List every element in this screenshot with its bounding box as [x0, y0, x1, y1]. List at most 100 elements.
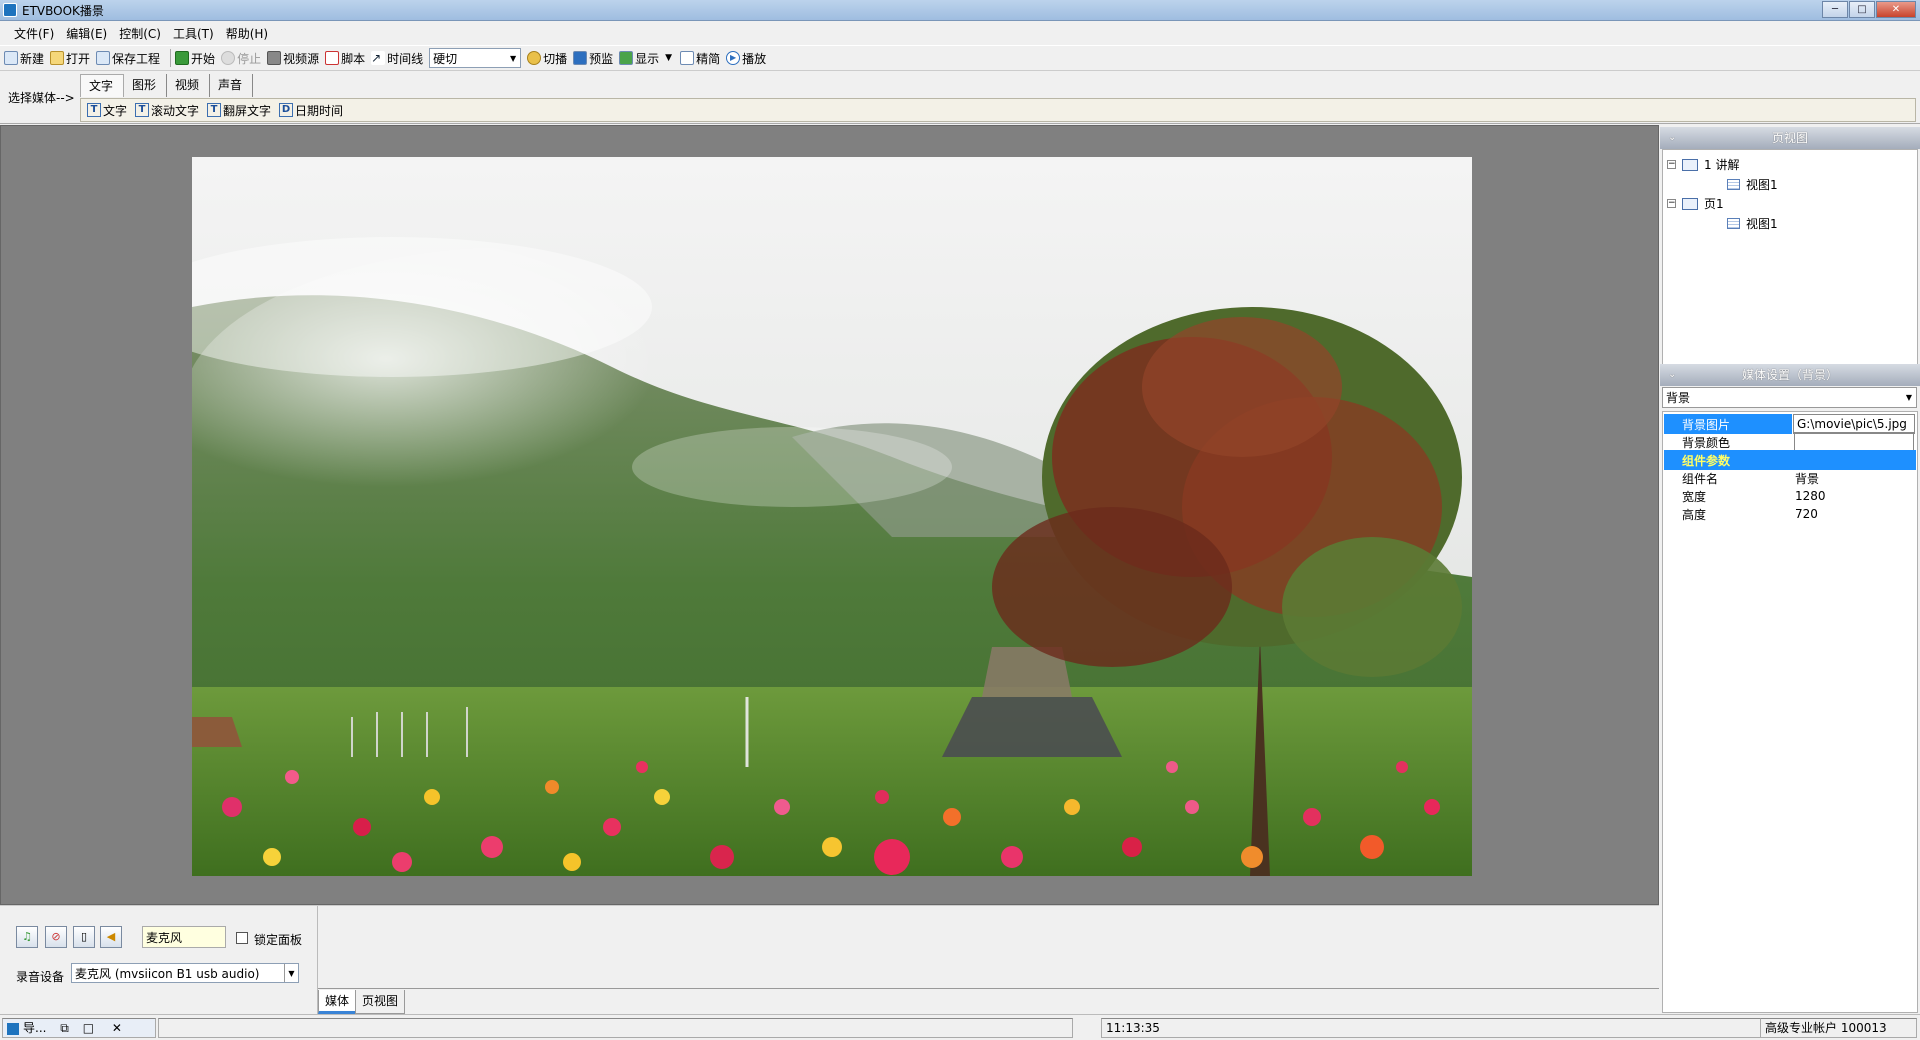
tab-media[interactable]: 媒体 [318, 990, 357, 1014]
prop-value-width[interactable]: 1280 [1792, 486, 1916, 506]
open-button[interactable]: 打开 [50, 50, 90, 67]
prop-row-width[interactable]: 宽度 1280 [1664, 486, 1916, 506]
timeline-button[interactable]: ↗ 时间线 [371, 50, 423, 67]
script-icon [325, 51, 340, 65]
new-button[interactable]: 新建 [4, 50, 44, 67]
close-button[interactable]: ✕ [1876, 1, 1916, 18]
stop-icon [221, 51, 236, 65]
transition-select[interactable]: 硬切 ▼ [429, 48, 522, 68]
tab-text[interactable]: 文字 [80, 74, 125, 97]
status-account: 高级专业帐户 100013 [1760, 1018, 1917, 1038]
menu-help[interactable]: 帮助(H) [220, 25, 274, 42]
recording-device-select[interactable]: 麦克风 (mvsiicon B1 usb audio) ▼ [71, 963, 299, 983]
prop-value-bg-image[interactable]: G:\movie\pic\5.jpg [1793, 414, 1915, 434]
page-icon [1682, 158, 1698, 171]
recording-device-label: 录音设备 [16, 970, 65, 984]
start-icon [175, 51, 190, 65]
page-view-header[interactable]: ⌄ 页视图 [1660, 127, 1920, 149]
prop-value-height[interactable]: 720 [1792, 504, 1916, 524]
tree-node-page1[interactable]: − 页1 [1667, 195, 1724, 212]
collapse-toggle-icon[interactable]: − [1667, 199, 1676, 208]
tab-graphic[interactable]: 图形 [124, 74, 168, 97]
tab-page-view[interactable]: 页视图 [355, 990, 406, 1014]
list-icon [680, 51, 695, 65]
transition-value: 硬切 [433, 51, 458, 66]
view-icon [1727, 179, 1740, 190]
datetime-tool-button[interactable]: D 日期时间 [279, 102, 343, 119]
mute-icon: ⊘ [51, 930, 61, 943]
collapse-chevron-icon[interactable]: ⌄ [1668, 127, 1676, 149]
open-label: 打开 [66, 51, 91, 66]
prop-key: 背景图片 [1664, 414, 1792, 434]
tree-node-view[interactable]: 视图1 [1727, 176, 1778, 193]
record-toggle-button[interactable]: ♫ [16, 926, 38, 948]
maximize-icon[interactable]: □ [83, 1021, 94, 1035]
navigator-mini-window[interactable]: 导... ⧉ □ ✕ [2, 1018, 156, 1038]
datetime-tool-label: 日期时间 [295, 103, 344, 118]
menu-tools[interactable]: 工具(T) [167, 25, 220, 42]
clipboard-button[interactable]: ▯ [73, 926, 95, 948]
play-button[interactable]: ▶ 播放 [726, 50, 766, 67]
start-button[interactable]: 开始 [175, 50, 215, 67]
tree-node-lecture[interactable]: − 1 讲解 [1667, 156, 1739, 173]
tab-strip-line [318, 988, 1659, 989]
page-icon [1682, 197, 1698, 210]
tab-audio[interactable]: 声音 [210, 74, 254, 97]
prop-group-header[interactable]: 组件参数 [1664, 450, 1916, 470]
menu-control[interactable]: 控制(C) [113, 25, 167, 42]
mute-button[interactable]: ⊘ [45, 926, 67, 948]
status-bar: 导... ⧉ □ ✕ 11:13:35 高级专业帐户 100013 [0, 1014, 1920, 1040]
chevron-down-icon: ▼ [510, 53, 517, 63]
close-icon[interactable]: ✕ [112, 1021, 122, 1035]
collapse-toggle-icon[interactable]: − [1667, 160, 1676, 169]
audio-source-input[interactable]: 麦克风 [142, 926, 226, 948]
prop-row-name[interactable]: 组件名 背景 [1664, 468, 1916, 488]
preview-button[interactable]: 预监 [573, 50, 613, 67]
page-tree: − 1 讲解 视图1 − 页1 视图1 [1662, 149, 1918, 374]
media-tabs: 文字 图形 视频 声音 [80, 74, 254, 97]
prop-row-height[interactable]: 高度 720 [1664, 504, 1916, 524]
volume-button[interactable]: ◀ [100, 926, 122, 948]
display-dropdown-arrow[interactable]: ▼ [665, 53, 672, 63]
prop-group-label: 组件参数 [1682, 453, 1731, 468]
app-icon [3, 3, 17, 17]
text-icon: T [87, 103, 101, 117]
camera-icon [267, 51, 282, 65]
tree-node-label: 视图1 [1746, 178, 1778, 192]
scroll-text-tool-button[interactable]: T 滚动文字 [135, 102, 199, 119]
tree-node-view[interactable]: 视图1 [1727, 215, 1778, 232]
media-settings-header[interactable]: ⌄ 媒体设置（背景） [1660, 364, 1920, 386]
prop-row-bg-color[interactable]: 背景颜色 [1664, 432, 1916, 452]
display-button[interactable]: 显示 [619, 50, 659, 67]
menu-file[interactable]: 文件(F) [8, 25, 60, 42]
minimize-button[interactable]: ─ [1822, 1, 1848, 18]
lock-panel-checkbox[interactable] [236, 932, 248, 944]
text-tools-bar: T 文字 T 滚动文字 T 翻屏文字 D 日期时间 [80, 98, 1916, 122]
collapse-chevron-icon[interactable]: ⌄ [1668, 364, 1676, 386]
prop-value-name[interactable]: 背景 [1792, 468, 1916, 488]
bottom-tabs: 媒体 页视图 [318, 990, 406, 1014]
prop-row-bg-image[interactable]: 背景图片 G:\movie\pic\5.jpg [1664, 414, 1916, 434]
chevron-down-icon: ▼ [284, 964, 298, 982]
tab-video[interactable]: 视频 [167, 74, 211, 97]
record-icon: ♫ [22, 930, 32, 943]
new-file-icon [4, 51, 18, 65]
text-tool-button[interactable]: T 文字 [87, 102, 127, 119]
media-object-select[interactable]: 背景 ▼ [1662, 387, 1917, 408]
menu-edit[interactable]: 编辑(E) [60, 25, 113, 42]
stop-button[interactable]: 停止 [221, 50, 261, 67]
flip-text-icon: T [207, 103, 222, 117]
video-source-button[interactable]: 视频源 [267, 50, 319, 67]
page-view-title: 页视图 [1771, 131, 1808, 145]
background-image[interactable] [192, 157, 1472, 876]
restore-icon[interactable]: ⧉ [60, 1021, 69, 1035]
save-project-button[interactable]: 保存工程 [96, 50, 160, 67]
flip-text-tool-button[interactable]: T 翻屏文字 [207, 102, 271, 119]
flip-text-tool-label: 翻屏文字 [223, 103, 272, 118]
prop-value-bg-color[interactable] [1794, 432, 1914, 452]
simple-mode-button[interactable]: 精简 [680, 50, 720, 67]
script-button[interactable]: 脚本 [325, 50, 365, 67]
switch-button[interactable]: 切播 [527, 50, 567, 67]
preview-label: 预监 [589, 51, 614, 66]
maximize-button[interactable]: □ [1849, 1, 1875, 18]
